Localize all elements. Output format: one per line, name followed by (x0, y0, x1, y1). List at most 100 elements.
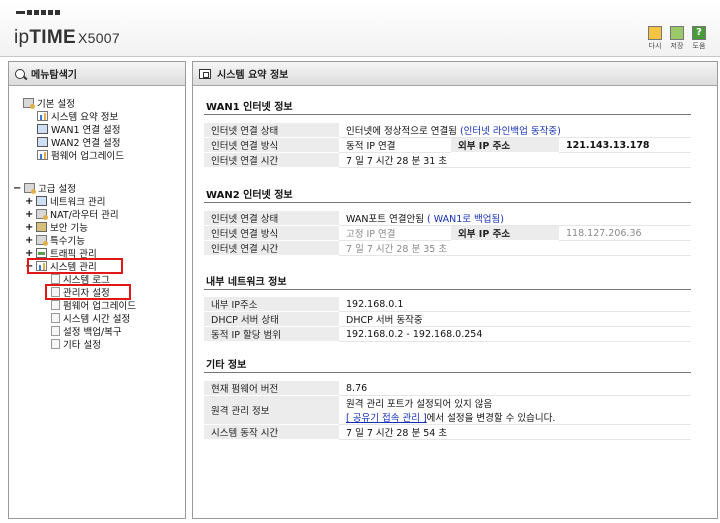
system-uptime-label: 시스템 동작 시간 (204, 424, 339, 440)
page-title: 시스템 요약 정보 (217, 70, 289, 81)
wan2-time-label: 인터넷 연결 시간 (204, 240, 339, 256)
lan-info-table: 내부 IP주소 192.168.0.1 DHCP 서버 상태 DHCP 서버 동… (204, 297, 691, 342)
table-row: 인터넷 연결 상태 WAN포트 연결안됨 ( WAN1로 백업됨) (204, 211, 691, 226)
lan-ip-label: 내부 IP주소 (204, 297, 339, 312)
dhcp-range-value: 192.168.0.2 - 192.168.0.254 (339, 326, 691, 342)
expand-icon[interactable]: + (25, 248, 33, 259)
header-toolbar: 다시 저장 ? 도움 (646, 26, 708, 51)
etc-section-title: 기타 정보 (206, 360, 247, 371)
wan1-section-title: WAN1 인터넷 정보 (206, 102, 293, 113)
wan1-ext-ip-value: 121.143.13.178 (559, 137, 691, 153)
dhcp-status-value: DHCP 서버 동작중 (339, 311, 691, 327)
tree-item-wan1-settings[interactable]: WAN1 연결 설정 (37, 123, 121, 136)
wan2-time-value: 7 일 7 시간 28 분 35 초 (339, 240, 691, 256)
highlight-admin-settings (45, 284, 131, 300)
logo-mark (16, 10, 60, 15)
tree-item-security[interactable]: + 보안 기능 (25, 221, 88, 235)
window-icon (199, 68, 211, 79)
section-divider (204, 289, 691, 290)
help-icon: ? (692, 26, 706, 40)
tree-item-wan2-settings[interactable]: WAN2 연결 설정 (37, 136, 121, 149)
lan-section-title: 내부 네트워크 정보 (206, 277, 287, 288)
tree-item-network[interactable]: + 네트워크 관리 (25, 195, 105, 209)
menu-explorer-header: 메뉴탐색기 (9, 62, 185, 86)
table-row: DHCP 서버 상태 DHCP 서버 동작중 (204, 311, 691, 327)
tree-item-other-settings[interactable]: 기타 설정 (51, 338, 101, 351)
expand-icon[interactable]: + (25, 209, 33, 220)
monitor-icon (37, 137, 48, 147)
expand-icon[interactable]: + (25, 222, 33, 233)
wan1-info-table: 인터넷 연결 상태 인터넷에 정상적으로 연결됨 (인터넷 라인백업 동작중) … (204, 123, 691, 168)
lock-icon (36, 222, 47, 232)
document-icon (51, 313, 60, 323)
traffic-icon (36, 248, 47, 258)
tree-item-special[interactable]: + 특수기능 (25, 234, 85, 248)
logo: ipTIME X5007 (14, 27, 120, 48)
section-divider (204, 114, 691, 115)
etc-info-table: 현재 펌웨어 버전 8.76 원격 관리 정보 원격 관리 포트가 설정되어 있… (204, 381, 691, 440)
table-row: 인터넷 연결 방식 고정 IP 연결 외부 IP 주소 118.127.206.… (204, 225, 691, 241)
save-icon (670, 26, 684, 40)
special-function-icon (36, 235, 48, 246)
table-row: 인터넷 연결 시간 7 일 7 시간 28 분 31 초 (204, 152, 691, 168)
tree-item-system-time[interactable]: 시스템 시간 설정 (51, 312, 130, 325)
document-icon (51, 339, 60, 349)
refresh-button[interactable]: 다시 (646, 26, 664, 51)
tree-basic-settings[interactable]: 기본 설정 (23, 97, 75, 110)
wan2-ext-ip-label: 외부 IP 주소 (451, 225, 559, 241)
wan1-status-value: 인터넷에 정상적으로 연결됨 (인터넷 라인백업 동작중) (339, 123, 691, 138)
table-row: 내부 IP주소 192.168.0.1 (204, 297, 691, 312)
menu-explorer-panel: 메뉴탐색기 기본 설정 시스템 요약 정보 WAN1 연결 설정 WAN2 연결… (8, 61, 186, 519)
save-button[interactable]: 저장 (668, 26, 686, 51)
wan1-status-label: 인터넷 연결 상태 (204, 123, 339, 138)
section-divider (204, 202, 691, 203)
tree-item-firmware-upgrade[interactable]: 펌웨어 업그레이드 (37, 149, 124, 162)
app-header: ipTIME X5007 다시 저장 ? 도움 (0, 0, 720, 57)
tree-item-backup-restore[interactable]: 설정 백업/복구 (51, 325, 122, 338)
wan1-method-label: 인터넷 연결 방식 (204, 137, 339, 153)
network-icon (36, 196, 47, 206)
wan1-method-value: 동적 IP 연결 (339, 137, 451, 153)
tree-advanced-settings[interactable]: − 고급 설정 (13, 182, 76, 196)
wan1-time-label: 인터넷 연결 시간 (204, 152, 339, 168)
system-uptime-value: 7 일 7 시간 28 분 54 초 (339, 424, 691, 440)
document-icon (51, 274, 60, 284)
firmware-version-label: 현재 펌웨어 버전 (204, 381, 339, 396)
tree-item-nat-router[interactable]: + NAT/라우터 관리 (25, 208, 119, 222)
table-row: 원격 관리 정보 원격 관리 포트가 설정되어 있지 않음 [ 공유기 접속 관… (204, 395, 691, 425)
dhcp-status-label: DHCP 서버 상태 (204, 311, 339, 327)
document-icon (51, 326, 60, 336)
expand-icon[interactable]: + (25, 235, 33, 246)
wan2-info-table: 인터넷 연결 상태 WAN포트 연결안됨 ( WAN1로 백업됨) 인터넷 연결… (204, 211, 691, 256)
tree-item-system-summary[interactable]: 시스템 요약 정보 (37, 110, 118, 123)
wan2-section-title: WAN2 인터넷 정보 (206, 190, 293, 201)
section-divider (204, 372, 691, 373)
chart-icon (37, 111, 48, 121)
settings-folder-icon (24, 183, 36, 194)
table-row: 시스템 동작 시간 7 일 7 시간 28 분 54 초 (204, 424, 691, 440)
wan2-status-value: WAN포트 연결안됨 ( WAN1로 백업됨) (339, 211, 691, 226)
expand-icon[interactable]: + (25, 196, 33, 207)
router-access-management-link[interactable]: [ 공유기 접속 관리 ] (346, 413, 427, 424)
help-button[interactable]: ? 도움 (690, 26, 708, 51)
dhcp-range-label: 동적 IP 할당 범위 (204, 326, 339, 342)
wan2-method-label: 인터넷 연결 방식 (204, 225, 339, 241)
wan2-ext-ip-value: 118.127.206.36 (559, 225, 691, 241)
wan1-time-value: 7 일 7 시간 28 분 31 초 (339, 152, 691, 168)
table-row: 인터넷 연결 방식 동적 IP 연결 외부 IP 주소 121.143.13.1… (204, 137, 691, 153)
wan1-ext-ip-label: 외부 IP 주소 (451, 137, 559, 153)
lan-ip-value: 192.168.0.1 (339, 297, 691, 312)
collapse-icon[interactable]: − (13, 183, 21, 194)
highlight-system-management (27, 258, 123, 274)
refresh-icon (648, 26, 662, 40)
content-header: 시스템 요약 정보 (193, 62, 717, 86)
menu-tree: 기본 설정 시스템 요약 정보 WAN1 연결 설정 WAN2 연결 설정 펌웨… (9, 86, 185, 518)
wan2-status-label: 인터넷 연결 상태 (204, 211, 339, 226)
menu-explorer-title: 메뉴탐색기 (31, 70, 77, 81)
tree-item-firmware-upgrade-adv[interactable]: 펌웨어 업그레이드 (51, 299, 136, 312)
table-row: 인터넷 연결 시간 7 일 7 시간 28 분 35 초 (204, 240, 691, 256)
upgrade-icon (37, 150, 48, 160)
settings-folder-icon (23, 98, 35, 109)
content-panel: 시스템 요약 정보 WAN1 인터넷 정보 인터넷 연결 상태 인터넷에 정상적… (192, 61, 718, 519)
magnifier-icon (15, 68, 25, 79)
